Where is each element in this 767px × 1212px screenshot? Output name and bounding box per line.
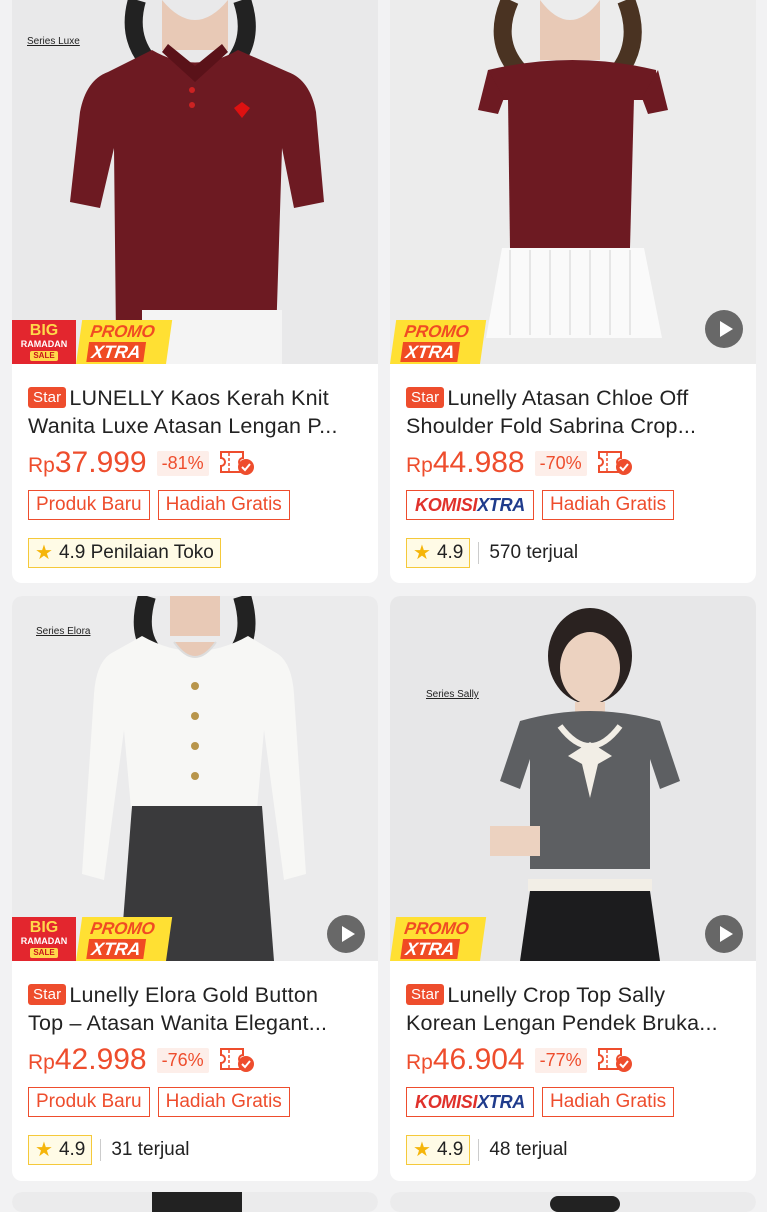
product-title[interactable]: Star Lunelly Crop Top Sally Korean Lengan… <box>406 981 740 1037</box>
voucher-icon <box>597 1046 633 1074</box>
rating-row: ★ 4.9 570 terjual <box>406 538 578 568</box>
voucher-icon <box>597 449 633 477</box>
product-image <box>12 1192 378 1212</box>
sold-count: 48 terjual <box>478 1139 568 1161</box>
product-card[interactable]: PROMO XTRA Star Lunelly Atasan Chloe Off … <box>390 0 756 583</box>
star-icon: ★ <box>413 542 431 564</box>
promo-xtra-badge: PROMO XTRA <box>390 917 487 961</box>
rating-row: ★ 4.9 31 terjual <box>28 1135 190 1165</box>
product-card[interactable] <box>12 1192 378 1212</box>
tag-row: Produk Baru Hadiah Gratis <box>28 1087 290 1117</box>
tag-new-product: Produk Baru <box>28 1087 150 1117</box>
series-label: Series Luxe <box>27 36 80 47</box>
price: Rp44.988 <box>406 446 525 479</box>
series-label: Series Elora <box>36 626 91 637</box>
price-row: Rp46.904 -77% <box>406 1043 633 1077</box>
big-ramadan-sale-badge: BIG RAMADAN SALE <box>12 320 76 364</box>
promo-xtra-badge: PROMO XTRA <box>76 917 173 961</box>
star-seller-tag: Star <box>406 984 445 1005</box>
play-video-icon[interactable] <box>327 915 365 953</box>
tag-free-gift: Hadiah Gratis <box>542 490 675 520</box>
tag-new-product: Produk Baru <box>28 490 150 520</box>
price-row: Rp42.998 -76% <box>28 1043 255 1077</box>
discount-badge: -77% <box>534 1047 587 1073</box>
tag-row: KOMISIXTRA Hadiah Gratis <box>406 1087 675 1117</box>
tag-row: Produk Baru Hadiah Gratis <box>28 490 290 520</box>
tag-free-gift: Hadiah Gratis <box>157 490 290 520</box>
rating-row: ★ 4.9 48 terjual <box>406 1135 568 1165</box>
price: Rp37.999 <box>28 446 147 479</box>
voucher-icon <box>219 449 255 477</box>
rating-badge: ★ 4.9 Penilaian Toko <box>28 538 221 568</box>
product-image[interactable]: PROMO XTRA <box>390 0 756 364</box>
rating-badge: ★ 4.9 <box>28 1135 93 1165</box>
promo-badges: BIG RAMADAN SALE PROMO XTRA <box>12 917 173 961</box>
series-label: Series Sally <box>426 689 479 700</box>
discount-badge: -76% <box>156 1047 209 1073</box>
product-card[interactable]: Series Luxe BIG RAMADAN SALE PROMO XTRA … <box>12 0 378 583</box>
price-row: Rp44.988 -70% <box>406 446 633 480</box>
rating-row: ★ 4.9 Penilaian Toko <box>28 538 221 568</box>
product-card[interactable] <box>390 1192 756 1212</box>
promo-xtra-badge: PROMO XTRA <box>76 320 173 364</box>
promo-xtra-badge: PROMO XTRA <box>390 320 487 364</box>
rating-badge: ★ 4.9 <box>406 1135 471 1165</box>
product-image[interactable]: Series Sally PROMO XTRA <box>390 596 756 961</box>
price: Rp42.998 <box>28 1043 147 1076</box>
price: Rp46.904 <box>406 1043 525 1076</box>
product-image[interactable]: Series Elora BIG RAMADAN SALE PROMO XTRA <box>12 596 378 961</box>
star-icon: ★ <box>35 542 53 564</box>
tag-free-gift: Hadiah Gratis <box>542 1087 675 1117</box>
big-ramadan-sale-badge: BIG RAMADAN SALE <box>12 917 76 961</box>
rating-badge: ★ 4.9 <box>406 538 471 568</box>
komisi-xtra-badge: KOMISIXTRA <box>406 490 535 520</box>
price-row: Rp37.999 -81% <box>28 446 255 480</box>
tag-row: KOMISIXTRA Hadiah Gratis <box>406 490 675 520</box>
discount-badge: -81% <box>156 450 209 476</box>
product-image <box>390 1192 756 1212</box>
promo-badges: PROMO XTRA <box>390 917 487 961</box>
play-video-icon[interactable] <box>705 915 743 953</box>
product-card[interactable]: Series Elora BIG RAMADAN SALE PROMO XTRA… <box>12 596 378 1181</box>
star-icon: ★ <box>413 1139 431 1161</box>
sold-count: 31 terjual <box>100 1139 190 1161</box>
product-title[interactable]: Star Lunelly Atasan Chloe Off Shoulder Fo… <box>406 384 740 440</box>
product-image[interactable]: Series Luxe BIG RAMADAN SALE PROMO XTRA <box>12 0 378 364</box>
star-seller-tag: Star <box>28 387 67 408</box>
discount-badge: -70% <box>534 450 587 476</box>
product-card[interactable]: Series Sally PROMO XTRA Star Lunelly Crop… <box>390 596 756 1181</box>
product-title[interactable]: Star Lunelly Elora Gold Button Top – Atas… <box>28 981 362 1037</box>
promo-badges: BIG RAMADAN SALE PROMO XTRA <box>12 320 173 364</box>
sold-count: 570 terjual <box>478 542 578 564</box>
komisi-xtra-badge: KOMISIXTRA <box>406 1087 535 1117</box>
star-seller-tag: Star <box>28 984 67 1005</box>
product-title[interactable]: Star LUNELLY Kaos Kerah Knit Wanita Luxe … <box>28 384 362 440</box>
star-icon: ★ <box>35 1139 53 1161</box>
star-seller-tag: Star <box>406 387 445 408</box>
tag-free-gift: Hadiah Gratis <box>157 1087 290 1117</box>
play-video-icon[interactable] <box>705 310 743 348</box>
promo-badges: PROMO XTRA <box>390 320 487 364</box>
voucher-icon <box>219 1046 255 1074</box>
